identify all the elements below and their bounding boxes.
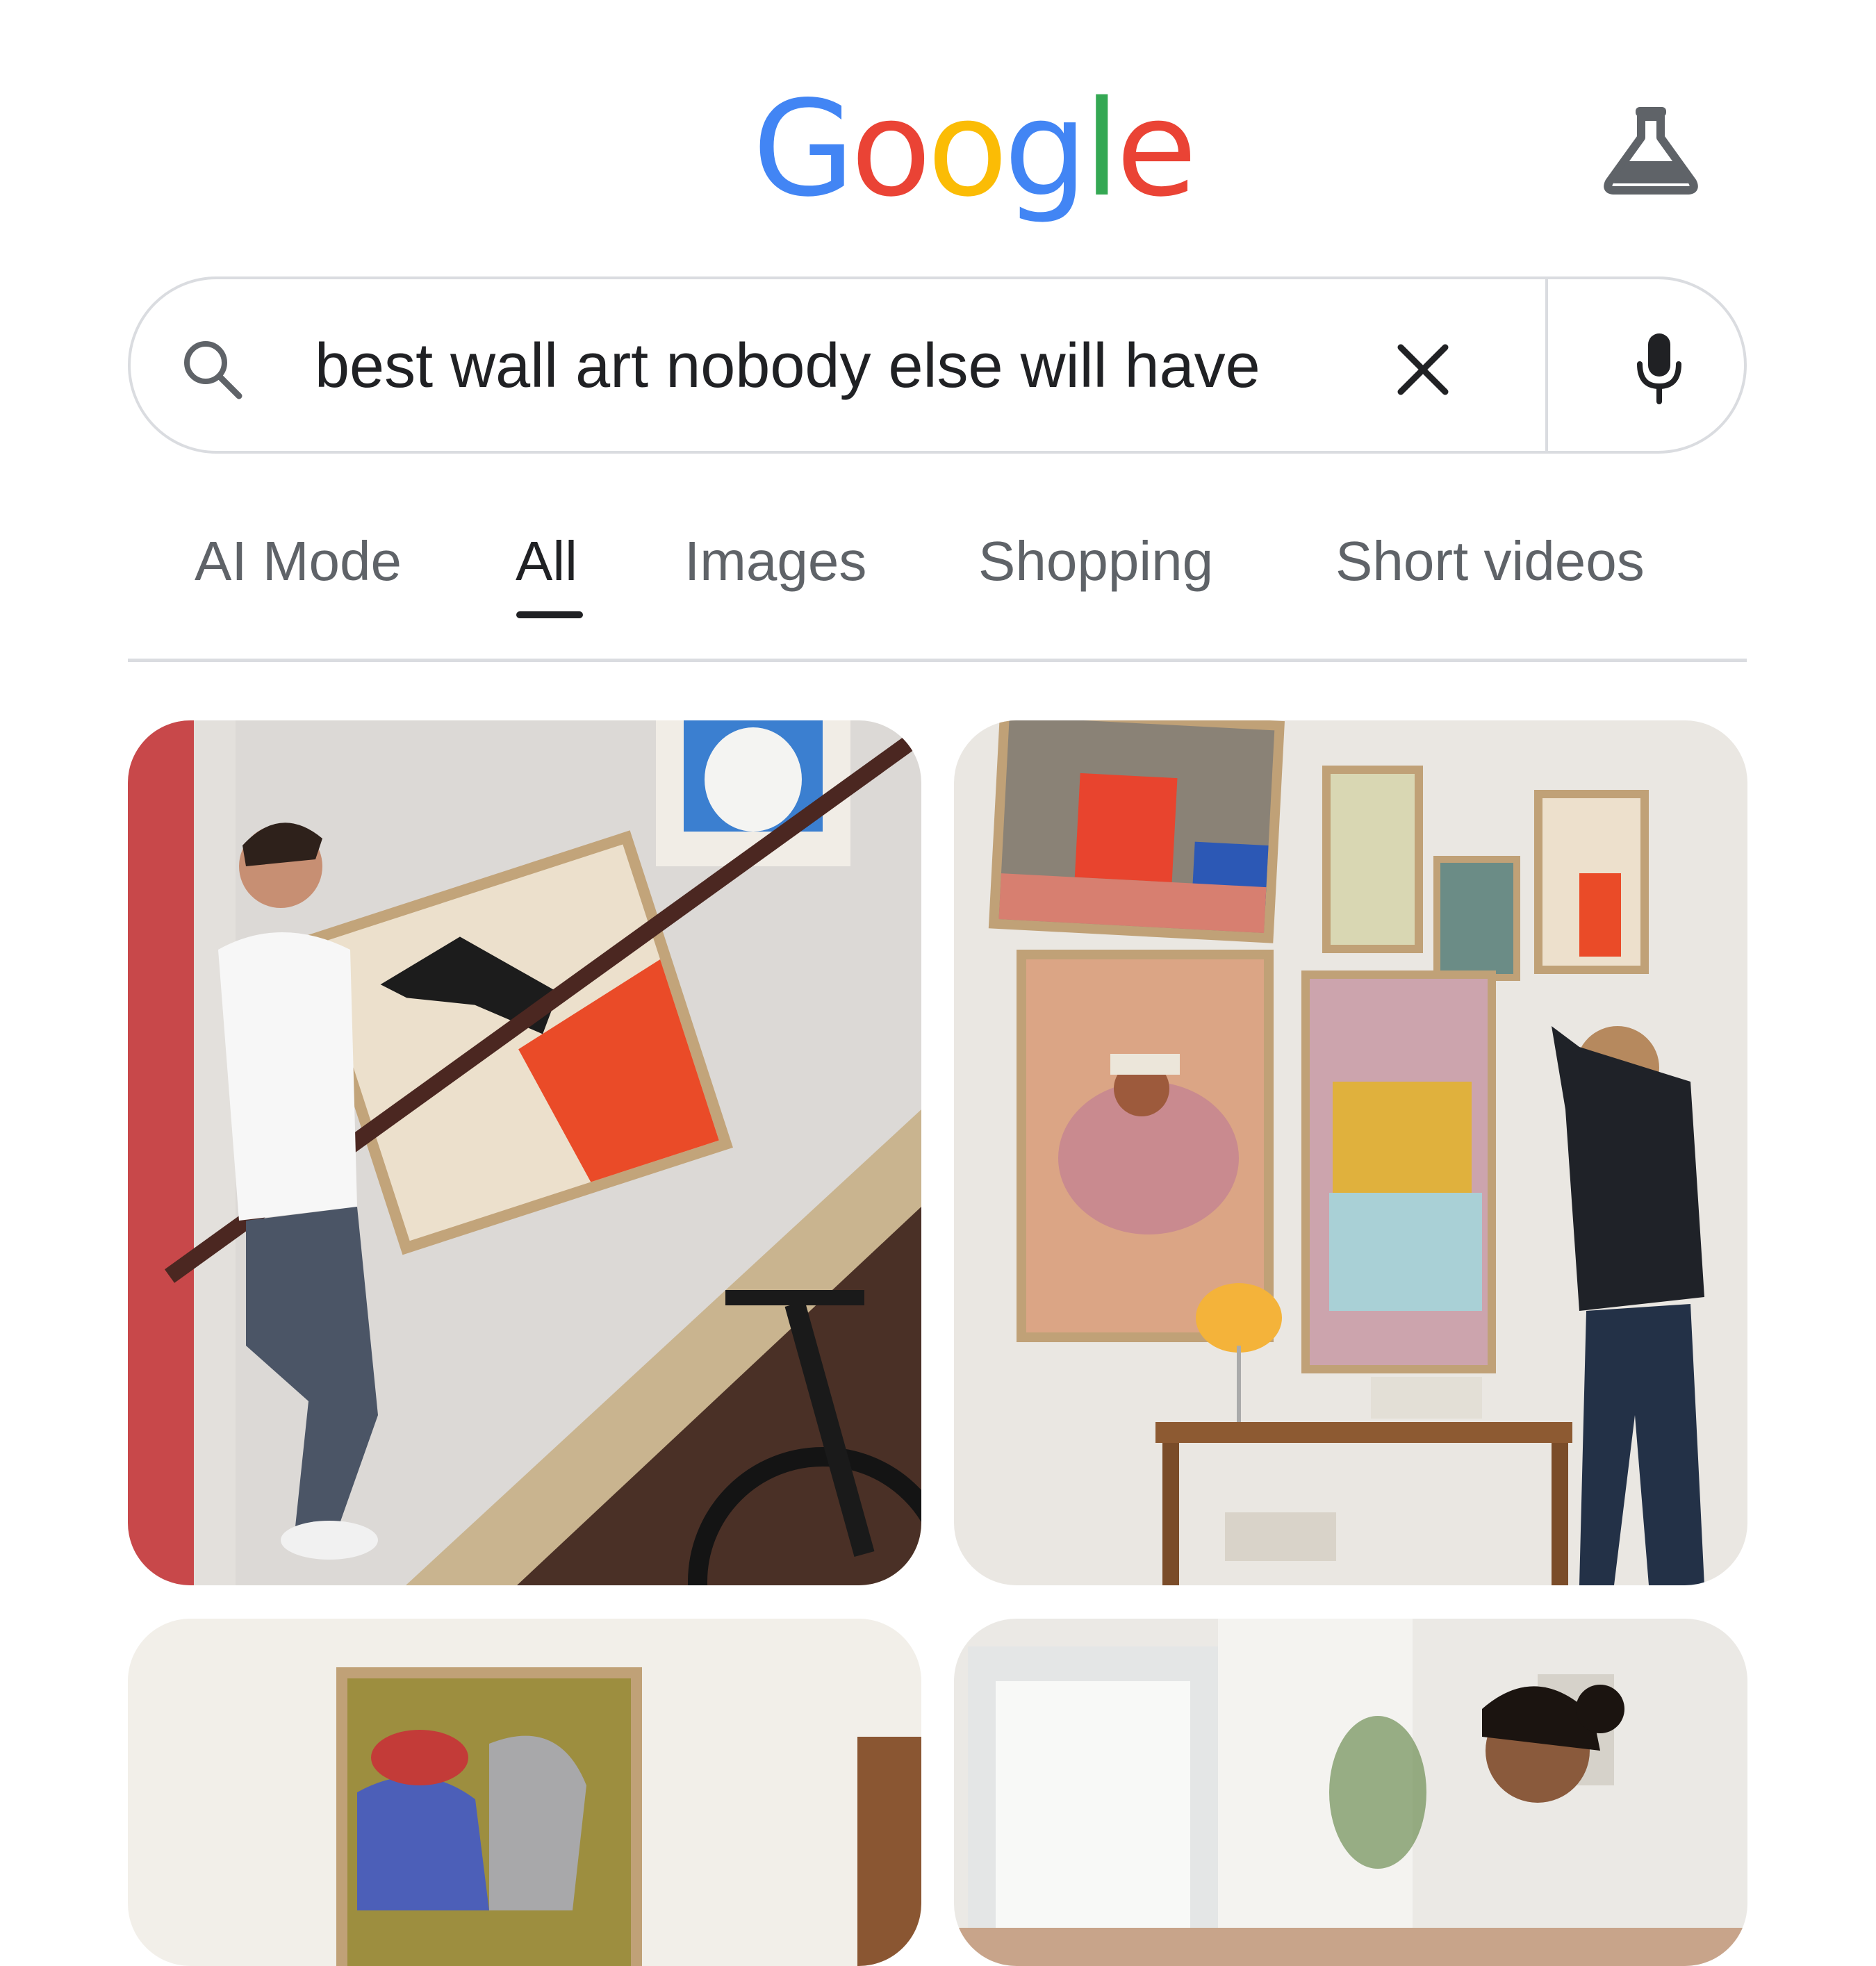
image-result-1[interactable] <box>128 720 921 1585</box>
image-result-2[interactable] <box>954 720 1747 1585</box>
flask-icon <box>1604 107 1698 195</box>
close-icon[interactable] <box>1388 335 1458 404</box>
logo-letter-o1: o <box>850 72 931 226</box>
logo-letter-l: l <box>1083 72 1120 226</box>
logo-letter-o2: o <box>927 72 1007 226</box>
cowboy-painting-photo <box>128 1619 921 1966</box>
search-input[interactable]: best wall art nobody else will have <box>315 328 1260 404</box>
tab-shopping[interactable]: Shopping <box>978 527 1213 596</box>
search-tabs: AI Mode All Images Shopping Short videos <box>0 514 1876 625</box>
tab-images[interactable]: Images <box>684 527 866 596</box>
active-tab-indicator <box>516 611 583 618</box>
labs-button[interactable] <box>1595 104 1706 195</box>
tab-all[interactable]: All <box>516 527 577 596</box>
woman-room-photo <box>954 1619 1747 1966</box>
gallery-wall-photo <box>954 720 1747 1585</box>
search-divider <box>1545 279 1548 451</box>
tabs-divider <box>128 659 1747 662</box>
microphone-icon[interactable] <box>1624 329 1694 406</box>
logo-letter-g: G <box>752 72 855 226</box>
search-bar[interactable]: best wall art nobody else will have <box>128 276 1747 454</box>
search-icon <box>184 341 242 399</box>
image-result-4[interactable] <box>954 1619 1747 1966</box>
stairs-photo <box>128 720 921 1585</box>
logo-letter-e: e <box>1116 72 1197 226</box>
image-result-3[interactable] <box>128 1619 921 1966</box>
google-logo[interactable]: Google <box>752 83 1197 215</box>
logo-letter-g2: g <box>1003 72 1088 226</box>
tab-ai-mode[interactable]: AI Mode <box>195 527 402 596</box>
tab-short-videos[interactable]: Short videos <box>1335 527 1645 596</box>
